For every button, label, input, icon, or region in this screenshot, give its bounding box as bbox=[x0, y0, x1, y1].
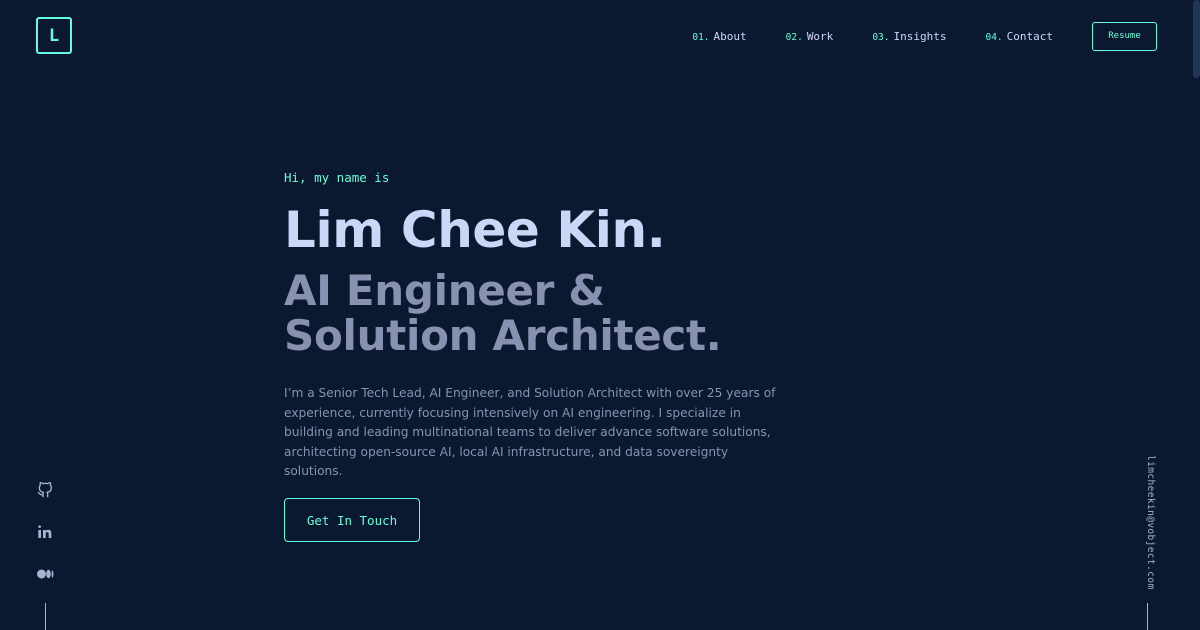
linkedin-icon[interactable] bbox=[35, 522, 55, 542]
nav-number: 01. bbox=[692, 31, 710, 43]
hero-greeting: Hi, my name is bbox=[284, 170, 390, 185]
nav-number: 04. bbox=[985, 31, 1003, 43]
nav-label: About bbox=[713, 29, 747, 43]
nav-number: 03. bbox=[872, 31, 890, 43]
email-sidebar-line bbox=[1147, 603, 1148, 630]
github-icon[interactable] bbox=[35, 480, 55, 500]
nav-item-about[interactable]: 01. About bbox=[692, 30, 746, 43]
get-in-touch-button[interactable]: Get In Touch bbox=[284, 498, 420, 542]
nav-item-insights[interactable]: 03. Insights bbox=[872, 30, 946, 43]
hero-name: Lim Chee Kin. bbox=[284, 201, 666, 259]
nav-item-contact[interactable]: 04. Contact bbox=[985, 30, 1053, 43]
nav-label: Work bbox=[806, 29, 834, 43]
email-link[interactable]: limcheekin@vobject.com bbox=[1140, 455, 1156, 595]
medium-icon[interactable] bbox=[35, 564, 55, 584]
page: L 01. About 02. Work 03. Insights 04. Contac… bbox=[0, 0, 1200, 630]
hero-bio: I’m a Senior Tech Lead, AI Engineer, and… bbox=[284, 386, 776, 478]
resume-button[interactable]: Resume bbox=[1092, 21, 1157, 51]
nav-number: 02. bbox=[785, 31, 803, 43]
nav-item-work[interactable]: 02. Work bbox=[786, 30, 834, 43]
logo[interactable]: L bbox=[36, 17, 72, 54]
hero-role: AI Engineer & Solution Architect. bbox=[284, 266, 722, 360]
main-nav: 01. About 02. Work 03. Insights 04. Contact … bbox=[692, 21, 1157, 51]
social-sidebar-line bbox=[45, 603, 46, 630]
scrollbar-thumb[interactable] bbox=[1193, 0, 1200, 78]
nav-label: Insights bbox=[893, 29, 947, 43]
nav-label: Contact bbox=[1006, 29, 1053, 43]
